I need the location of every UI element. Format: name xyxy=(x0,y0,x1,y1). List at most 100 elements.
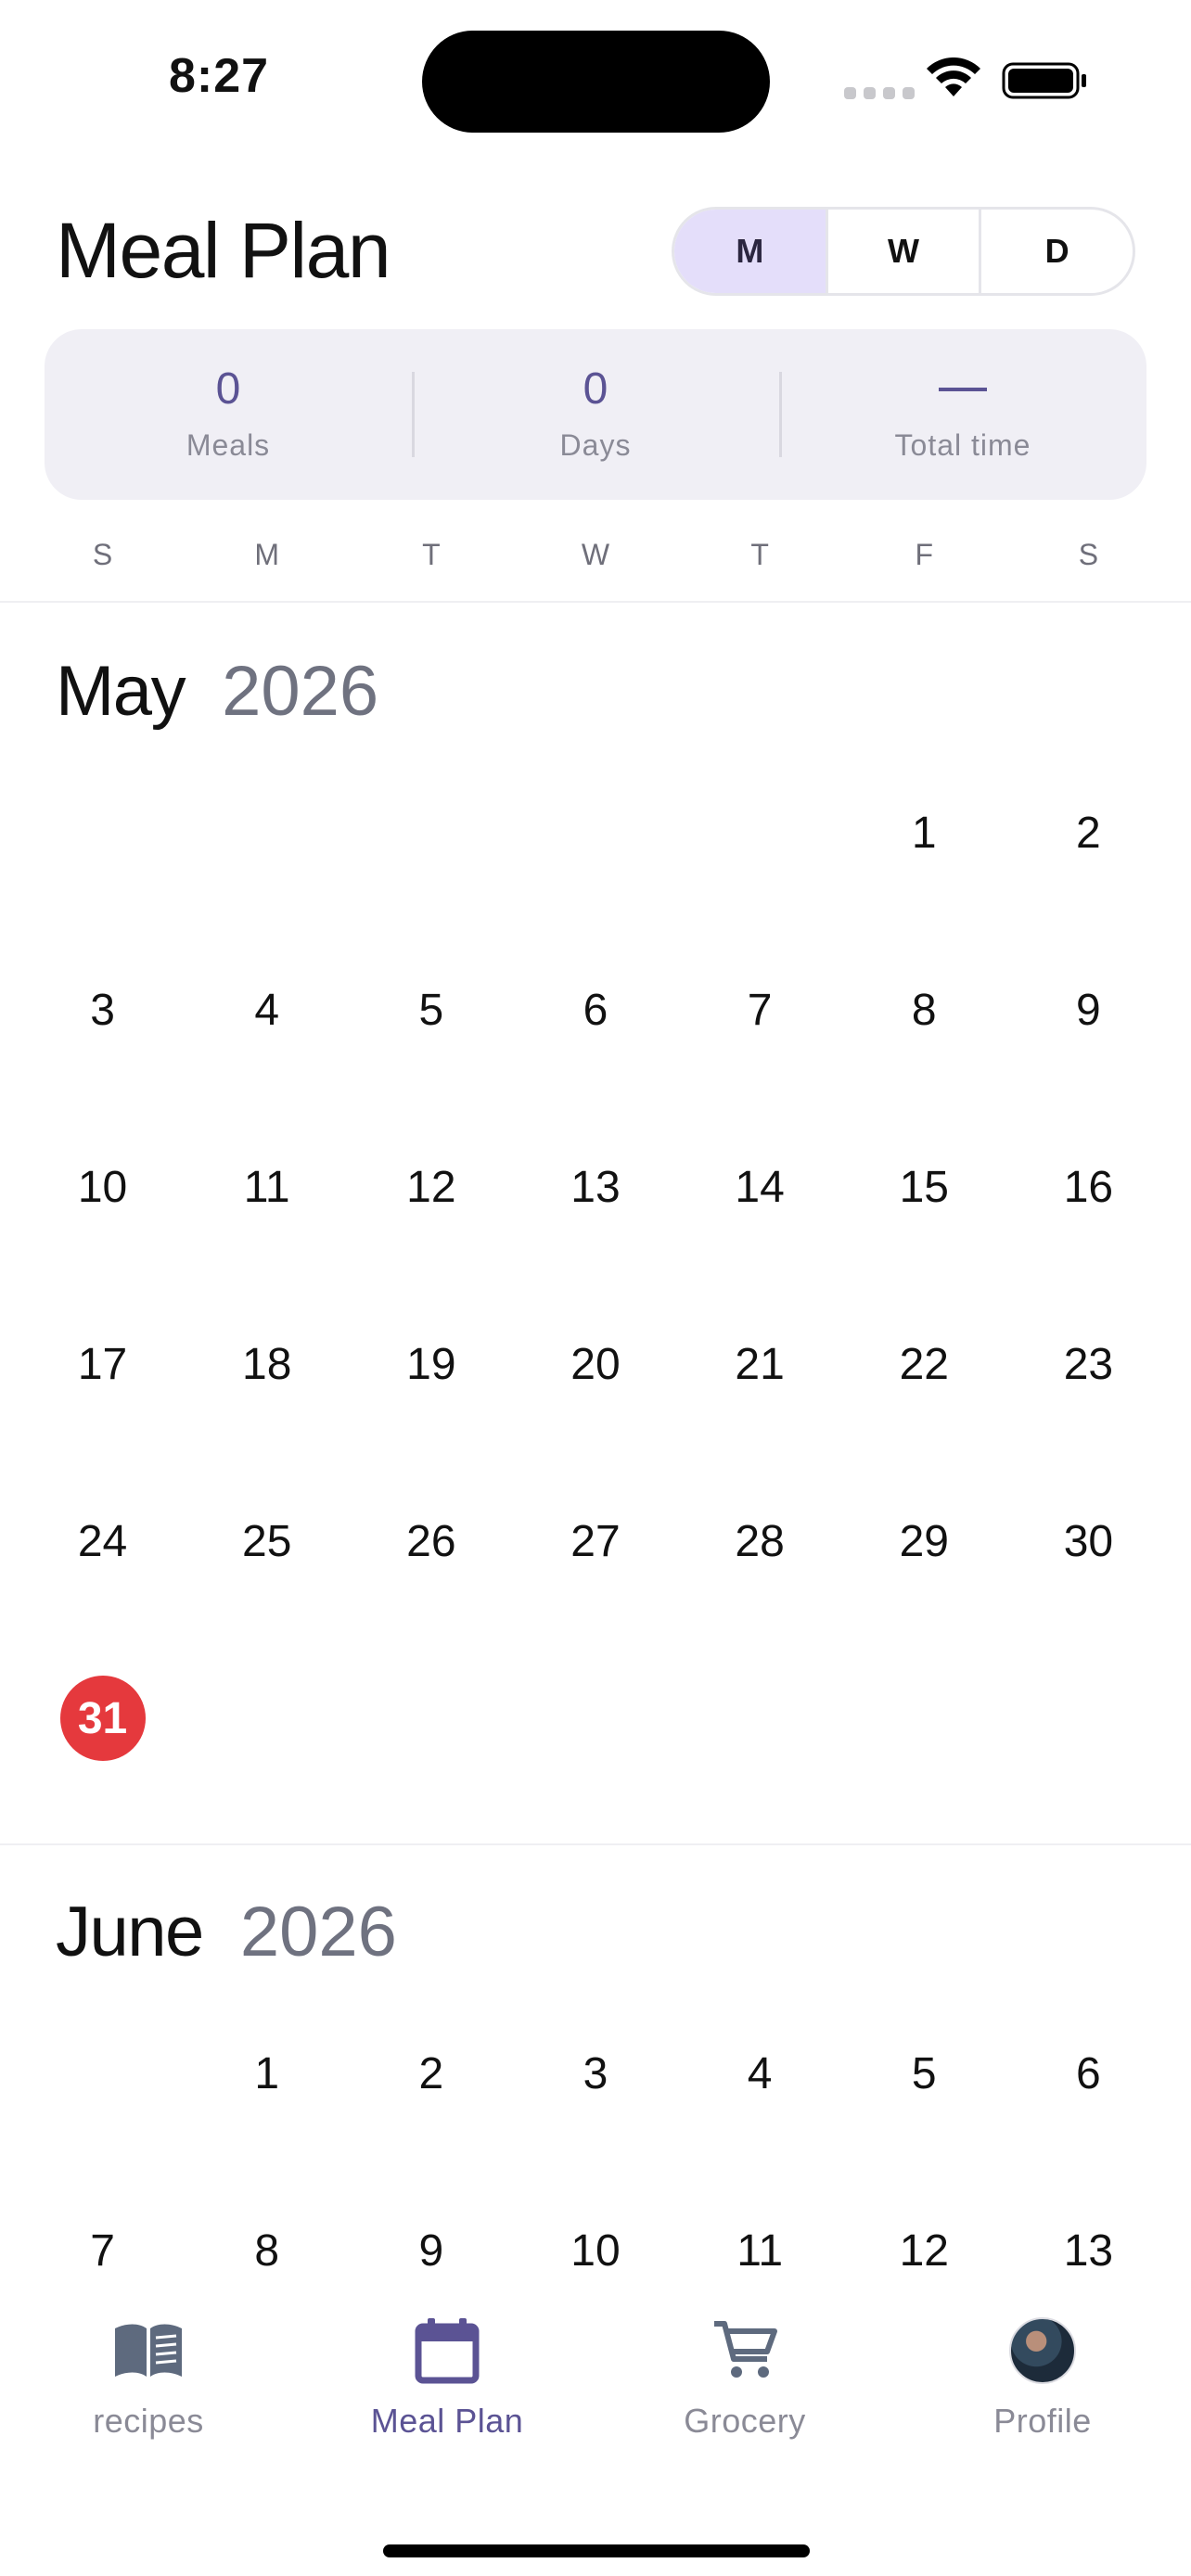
tab-bar: recipes Meal Plan Grocery Profile xyxy=(0,2281,1191,2576)
day-number: 21 xyxy=(735,1339,785,1389)
day-cell[interactable]: 20 xyxy=(513,1312,677,1489)
stat-days-value: 0 xyxy=(583,363,608,414)
day-cell[interactable]: 6 xyxy=(1006,2021,1171,2199)
day-cell[interactable]: 27 xyxy=(513,1489,677,1666)
day-cell-empty xyxy=(20,2021,185,2199)
day-cell[interactable]: 19 xyxy=(349,1312,513,1489)
tab-meal-plan[interactable]: Meal Plan xyxy=(299,2309,596,2476)
day-number: 26 xyxy=(406,1516,456,1566)
day-view-button[interactable]: D xyxy=(981,210,1133,293)
day-cell[interactable]: 9 xyxy=(1006,958,1171,1135)
view-mode-switcher: M W D xyxy=(672,207,1135,296)
day-cell[interactable]: 14 xyxy=(678,1135,842,1312)
day-number: 13 xyxy=(1063,2225,1114,2276)
day-cell[interactable]: 7 xyxy=(678,958,842,1135)
day-cell[interactable]: 1 xyxy=(185,2021,349,2199)
tab-profile[interactable]: Profile xyxy=(894,2309,1191,2476)
day-number: 28 xyxy=(735,1516,785,1566)
day-number: 13 xyxy=(570,1162,621,1212)
day-cell[interactable]: 22 xyxy=(842,1312,1006,1489)
cart-icon xyxy=(714,2321,777,2378)
day-cell-empty xyxy=(20,781,185,958)
day-cell[interactable]: 5 xyxy=(842,2021,1006,2199)
day-cell[interactable]: 24 xyxy=(20,1489,185,1666)
day-cell[interactable]: 4 xyxy=(678,2021,842,2199)
day-cell[interactable]: 15 xyxy=(842,1135,1006,1312)
day-cell[interactable]: 8 xyxy=(842,958,1006,1135)
day-cell[interactable]: 13 xyxy=(513,1135,677,1312)
day-number: 29 xyxy=(899,1516,949,1566)
tab-grocery[interactable]: Grocery xyxy=(596,2309,893,2476)
day-cell[interactable]: 29 xyxy=(842,1489,1006,1666)
day-number: 16 xyxy=(1063,1162,1114,1212)
day-number: 10 xyxy=(77,1162,128,1212)
day-cell[interactable]: 12 xyxy=(842,2199,1006,2283)
day-cell-empty xyxy=(513,781,677,958)
week-view-button[interactable]: W xyxy=(828,210,982,293)
day-cell[interactable]: 3 xyxy=(20,958,185,1135)
day-cell[interactable]: 5 xyxy=(349,958,513,1135)
stat-days: 0 Days xyxy=(412,329,779,500)
day-cell[interactable]: 12 xyxy=(349,1135,513,1312)
day-cell[interactable]: 21 xyxy=(678,1312,842,1489)
day-cell[interactable]: 6 xyxy=(513,958,677,1135)
day-cell[interactable]: 18 xyxy=(185,1312,349,1489)
weekday-header: S M T W T F S xyxy=(0,538,1191,603)
month-section: May 2026 1 2 3 4 5 6 7 8 9 10 11 12 13 14 15 16 17 18 19 20 21… xyxy=(0,605,1191,1843)
day-cell[interactable]: 28 xyxy=(678,1489,842,1666)
cellular-signal-icon xyxy=(844,87,915,99)
day-cell-empty xyxy=(349,781,513,958)
weekday-label: T xyxy=(750,538,769,571)
day-number: 31 xyxy=(59,1676,146,1761)
day-cell[interactable]: 8 xyxy=(185,2199,349,2283)
day-number: 11 xyxy=(736,2225,784,2276)
tab-recipes[interactable]: recipes xyxy=(0,2309,297,2476)
day-cell[interactable]: 30 xyxy=(1006,1489,1171,1666)
day-number: 5 xyxy=(418,985,444,1035)
stat-total-time: Total time xyxy=(779,329,1146,500)
status-bar: 8:27 xyxy=(0,0,1191,139)
day-cell[interactable]: 16 xyxy=(1006,1135,1171,1312)
day-number: 2 xyxy=(1076,808,1101,858)
day-cell[interactable]: 17 xyxy=(20,1312,185,1489)
day-number: 8 xyxy=(911,985,937,1035)
day-cell[interactable]: 11 xyxy=(185,1135,349,1312)
day-cell-today[interactable]: 31 xyxy=(20,1666,185,1843)
tab-grocery-label: Grocery xyxy=(684,2402,806,2440)
month-grid: 1 2 3 4 5 6 7 8 9 10 11 12 13 14 15 16 17 18 19 20 21 22 23 24 2… xyxy=(0,781,1191,1843)
calendar-scroll[interactable]: May 2026 1 2 3 4 5 6 7 8 9 10 11 12 13 14 15 16 17 18 19 20 21… xyxy=(0,605,1191,2283)
day-number: 24 xyxy=(77,1516,128,1566)
dynamic-island xyxy=(422,31,770,133)
day-number: 1 xyxy=(911,808,937,858)
weekday-label: S xyxy=(1078,538,1099,571)
day-number: 7 xyxy=(747,985,773,1035)
day-cell[interactable]: 7 xyxy=(20,2199,185,2283)
day-cell[interactable]: 25 xyxy=(185,1489,349,1666)
day-number: 17 xyxy=(77,1339,128,1389)
month-name: June xyxy=(56,1893,204,1971)
weekday-label: T xyxy=(422,538,441,571)
day-number: 4 xyxy=(254,985,280,1035)
month-year: 2026 xyxy=(222,652,379,731)
tab-recipes-label: recipes xyxy=(93,2402,204,2440)
day-cell[interactable]: 2 xyxy=(349,2021,513,2199)
day-cell[interactable]: 1 xyxy=(842,781,1006,958)
day-cell[interactable]: 3 xyxy=(513,2021,677,2199)
day-number: 18 xyxy=(242,1339,292,1389)
day-cell[interactable]: 4 xyxy=(185,958,349,1135)
wifi-icon xyxy=(927,57,980,96)
stat-total-time-label: Total time xyxy=(894,427,1031,462)
day-number: 23 xyxy=(1063,1339,1114,1389)
day-cell[interactable]: 13 xyxy=(1006,2199,1171,2283)
book-icon xyxy=(115,2324,182,2377)
day-cell[interactable]: 10 xyxy=(20,1135,185,1312)
day-cell[interactable]: 23 xyxy=(1006,1312,1171,1489)
day-cell[interactable]: 9 xyxy=(349,2199,513,2283)
month-view-button[interactable]: M xyxy=(674,210,828,293)
day-cell[interactable]: 2 xyxy=(1006,781,1171,958)
day-cell[interactable]: 26 xyxy=(349,1489,513,1666)
day-number: 14 xyxy=(735,1162,785,1212)
day-cell[interactable]: 10 xyxy=(513,2199,677,2283)
day-cell[interactable]: 11 xyxy=(678,2199,842,2283)
day-number: 9 xyxy=(1076,985,1101,1035)
